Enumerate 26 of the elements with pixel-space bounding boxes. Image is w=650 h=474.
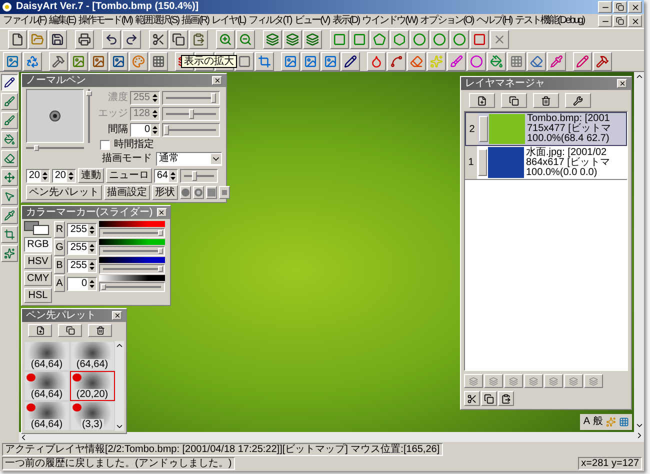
slider-label: エッジ <box>97 108 128 120</box>
layer-number: 1 <box>465 146 477 179</box>
checkbox-label: 時間指定 <box>114 139 154 151</box>
panel-title: カラーマーカー(スライダー) <box>26 206 153 218</box>
panel-title: レイヤマネージャ <box>465 78 545 90</box>
status-layer-info: アクティブレイヤ情報[2/2:Tombo.bmp: [2001/04/18 17:25:22]][ビットマップ] マウス位置:[165,26] <box>2 443 443 456</box>
layer-info-text: 100.0%(0.0 0.0) <box>526 168 598 178</box>
panel-title: ペン先パレット <box>26 310 96 322</box>
channel-label: G <box>54 239 65 256</box>
layer-info-text: Tombo.bmp: [2001 <box>527 114 611 124</box>
slider-label: 間隔 <box>107 124 128 136</box>
layer-info-text: 水面.jpg: [2001/02 <box>526 148 608 158</box>
layer-number: 2 <box>466 113 478 145</box>
channel-label: R <box>54 221 65 238</box>
channel-label: A <box>54 275 65 292</box>
panel-title: ノーマルペン <box>26 74 86 86</box>
draw-mode-label: 描画モード <box>102 153 152 165</box>
channel-label: B <box>54 257 65 274</box>
tooltip: 表示の拡大 <box>181 55 237 68</box>
status-coordinates: x=281 y=127 <box>578 457 642 470</box>
layer-info-text: 100.0%(68.4 62.7) <box>527 134 610 144</box>
status-message: 一つ前の履歴に戻しました。(アンドゥしました。) <box>2 457 235 470</box>
slider-label: 濃度 <box>107 92 128 104</box>
window-title: DaisyArt Ver.7 - [Tombo.bmp (150.4%)] <box>16 1 199 13</box>
layer-info-text: 864x617 [ビットマ <box>526 158 610 168</box>
layer-info-text: 715x477 [ビットマ <box>527 124 611 134</box>
